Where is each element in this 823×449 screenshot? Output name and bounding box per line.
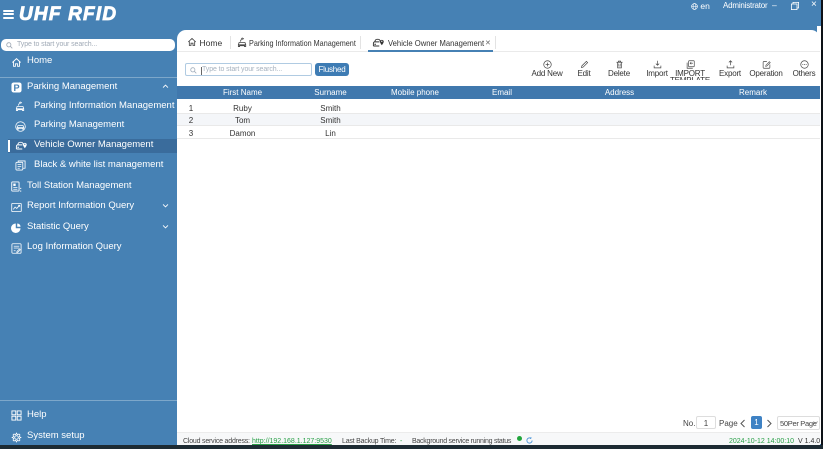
svg-text:P: P [13,83,19,93]
